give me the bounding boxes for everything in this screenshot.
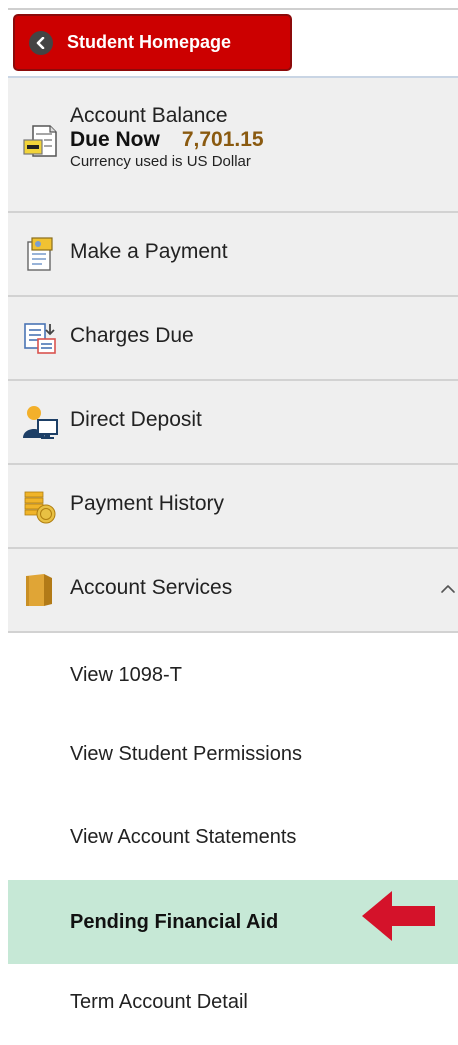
charges-due-icon <box>22 320 58 356</box>
student-homepage-label: Student Homepage <box>67 32 232 52</box>
due-now-row: Due Now 7,701.15 <box>70 128 264 152</box>
due-now-amount: 7,701.15 <box>181 128 264 151</box>
back-chevron-icon <box>29 30 53 55</box>
account-balance-item[interactable]: Account Balance Due Now 7,701.15 Currency… <box>8 78 458 213</box>
submenu-item-label: Pending Financial Aid <box>70 910 279 933</box>
submenu-item-view-student-permissions[interactable]: View Student Permissions <box>8 712 458 796</box>
submenu-item-term-account-detail[interactable]: Term Account Detail <box>8 960 458 1044</box>
financial-nav-menu: Account Balance Due Now 7,701.15 Currency… <box>8 78 458 633</box>
account-services-folder-icon <box>22 572 58 608</box>
collapse-caret-icon[interactable] <box>440 581 456 597</box>
account-balance-icon <box>22 124 58 160</box>
top-divider <box>8 8 458 10</box>
nav-item-label: Account Services <box>70 576 233 599</box>
nav-item-label: Direct Deposit <box>70 408 202 431</box>
nav-item-account-services[interactable]: Account Services <box>8 549 458 633</box>
pointer-arrow-icon <box>360 887 436 945</box>
nav-item-label: Charges Due <box>70 324 194 347</box>
currency-note: Currency used is US Dollar <box>70 153 251 170</box>
nav-item-charges-due[interactable]: Charges Due <box>8 297 458 381</box>
submenu-item-label: View Student Permissions <box>70 742 302 765</box>
nav-item-label: Make a Payment <box>70 240 228 263</box>
submenu-item-label: Term Account Detail <box>70 990 248 1013</box>
submenu-item-label: View 1098-T <box>70 663 182 686</box>
direct-deposit-icon <box>22 404 58 440</box>
payment-history-icon <box>22 488 58 524</box>
due-now-label: Due Now <box>70 128 160 151</box>
student-homepage-button[interactable]: Student Homepage <box>13 14 292 71</box>
account-balance-title: Account Balance <box>70 104 228 127</box>
submenu-item-view-account-statements[interactable]: View Account Statements <box>8 795 458 879</box>
make-payment-icon <box>22 236 58 272</box>
nav-item-direct-deposit[interactable]: Direct Deposit <box>8 381 458 465</box>
nav-item-payment-history[interactable]: Payment History <box>8 465 458 549</box>
nav-item-make-a-payment[interactable]: Make a Payment <box>8 213 458 297</box>
submenu-item-label: View Account Statements <box>70 825 297 848</box>
nav-item-label: Payment History <box>70 492 225 515</box>
submenu-item-view-1098-t[interactable]: View 1098-T <box>8 633 458 717</box>
